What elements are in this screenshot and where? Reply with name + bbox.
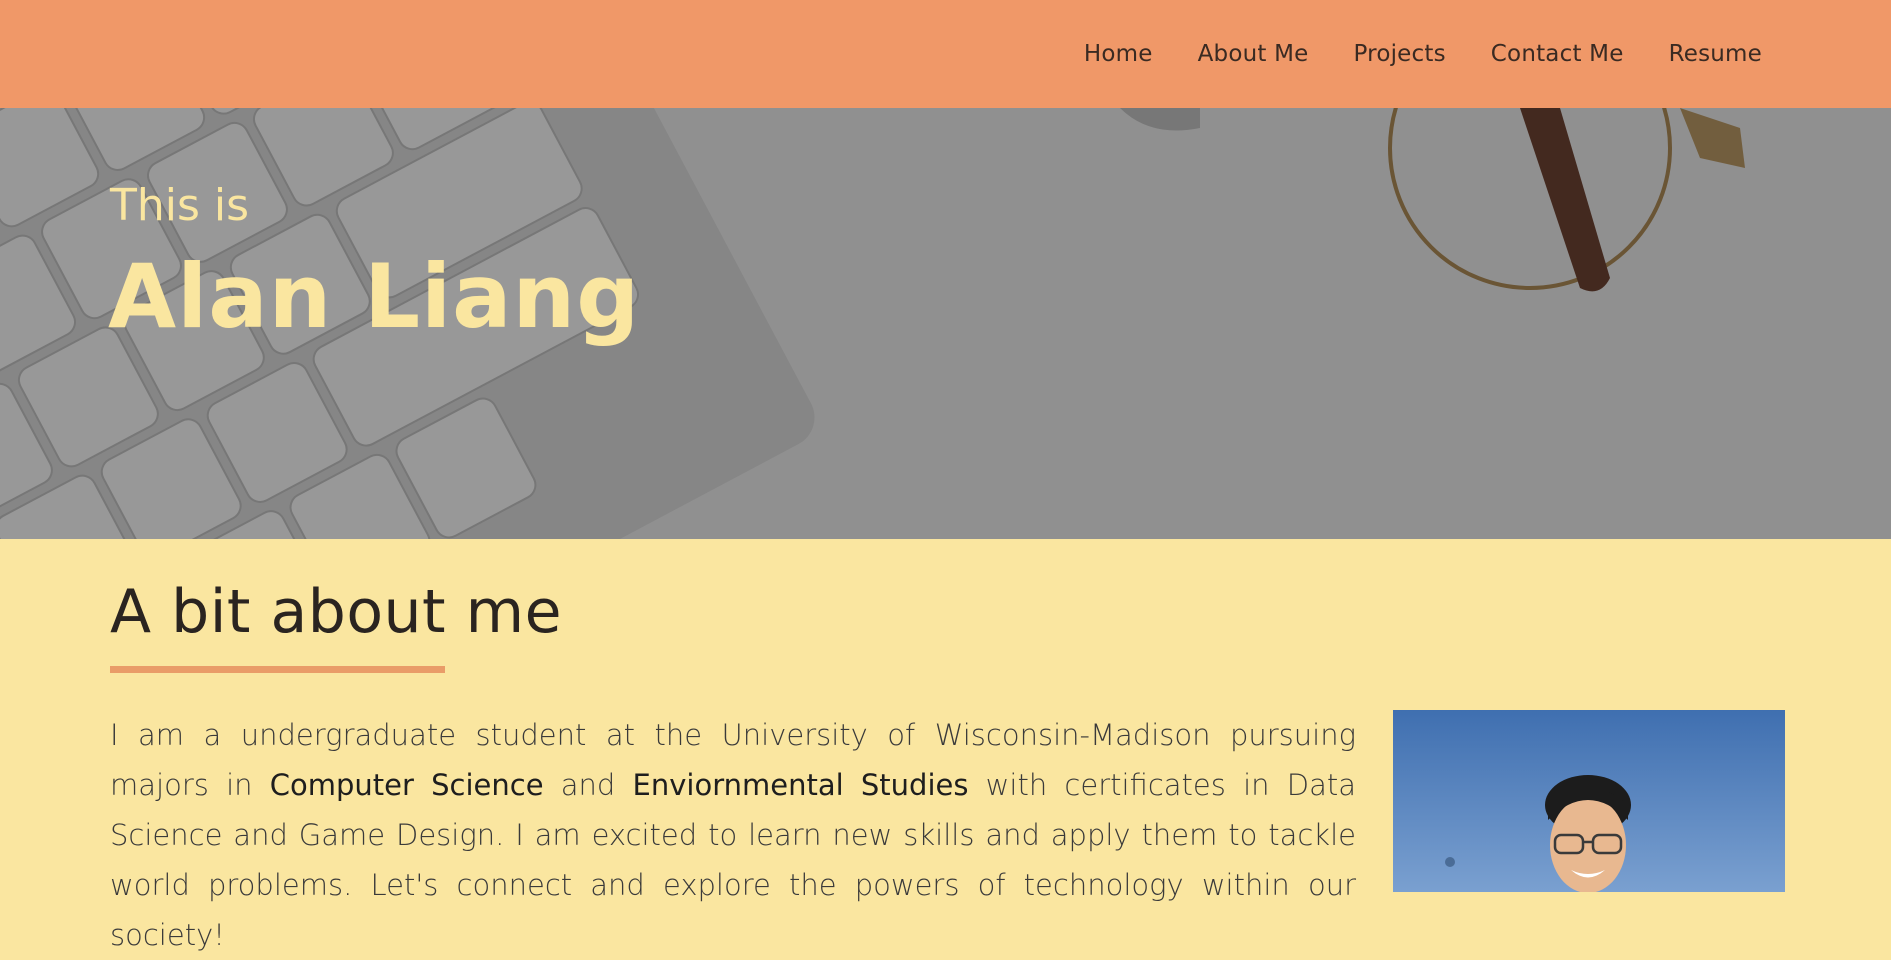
nav-links: Home About Me Projects Contact Me Resume bbox=[1084, 0, 1762, 108]
major-environmental-studies: Enviornmental Studies bbox=[632, 768, 969, 802]
nav-link-contact-me[interactable]: Contact Me bbox=[1491, 41, 1624, 67]
hero-banner: This is Alan Liang bbox=[0, 108, 1891, 539]
about-heading: A bit about me bbox=[110, 577, 563, 647]
hero-pretitle: This is bbox=[110, 180, 250, 231]
hero-title: Alan Liang bbox=[108, 245, 641, 348]
heading-underline bbox=[110, 666, 445, 673]
profile-photo bbox=[1393, 710, 1785, 892]
navbar: Home About Me Projects Contact Me Resume bbox=[0, 0, 1891, 108]
about-paragraph: I am a undergraduate student at the Univ… bbox=[110, 710, 1356, 960]
major-computer-science: Computer Science bbox=[269, 768, 544, 802]
nav-link-resume[interactable]: Resume bbox=[1669, 41, 1762, 67]
nav-link-about-me[interactable]: About Me bbox=[1198, 41, 1309, 67]
nav-link-home[interactable]: Home bbox=[1084, 41, 1153, 67]
about-section: A bit about me I am a undergraduate stud… bbox=[0, 539, 1891, 952]
nav-link-projects[interactable]: Projects bbox=[1354, 41, 1446, 67]
about-text-and: and bbox=[543, 768, 633, 802]
